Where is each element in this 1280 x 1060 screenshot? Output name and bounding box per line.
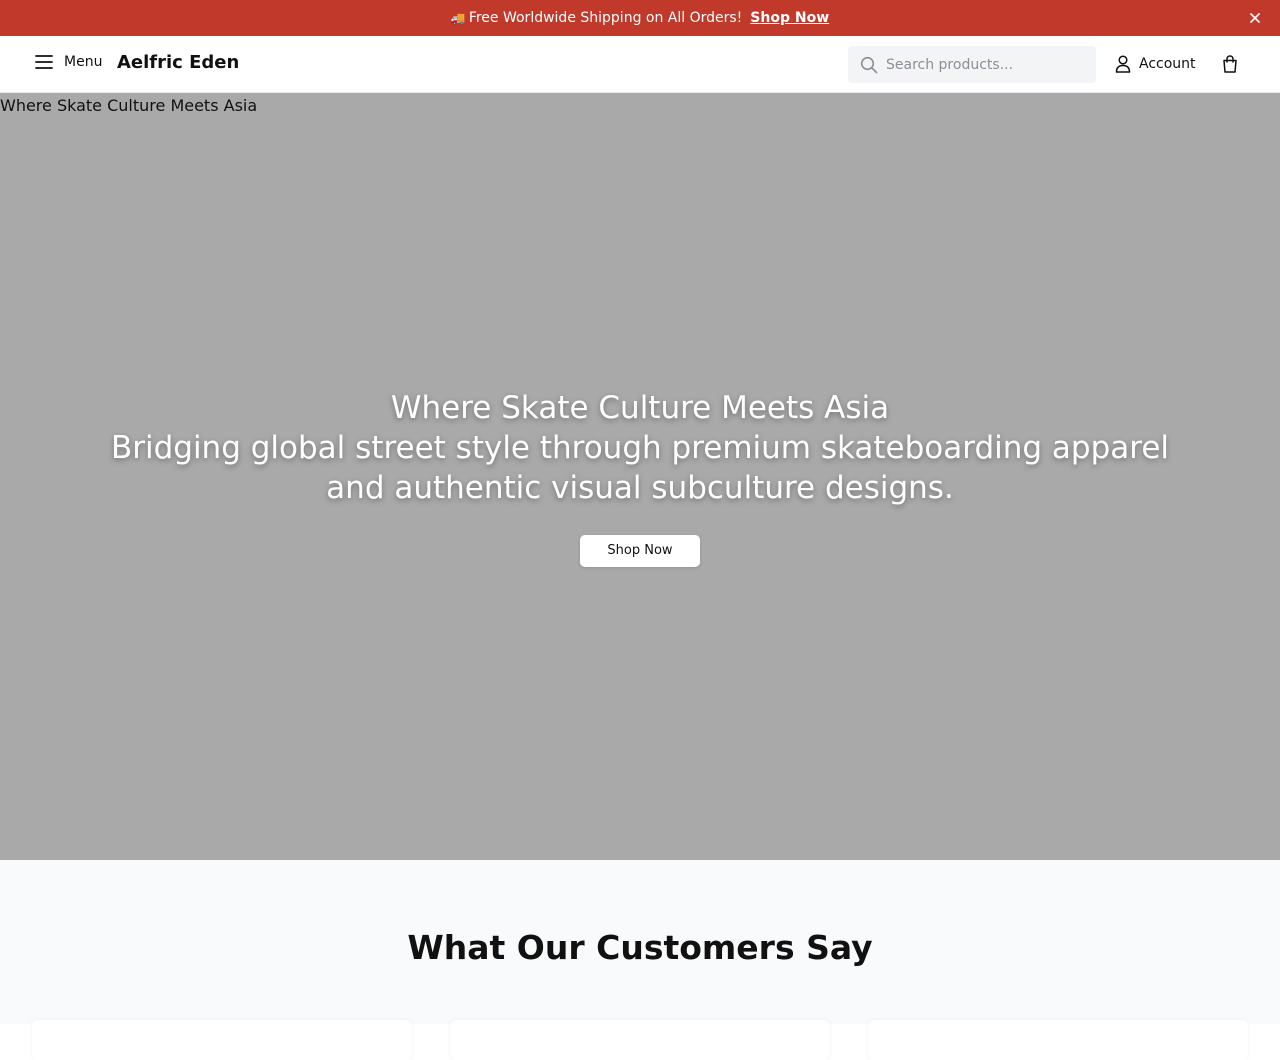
- brand-logo[interactable]: Aelfric Eden: [117, 52, 239, 73]
- hero-shop-now-button[interactable]: Shop Now: [580, 535, 700, 567]
- hero-banner: Where Skate Culture Meets Asia Where Ska…: [0, 93, 1280, 860]
- testimonials-heading: What Our Customers Say: [407, 928, 873, 967]
- site-header: Menu Aelfric Eden Account: [0, 36, 1280, 93]
- account-button[interactable]: Account: [1115, 55, 1196, 73]
- testimonial-card: [32, 1020, 412, 1060]
- hamburger-icon: [35, 55, 53, 69]
- search-input[interactable]: [886, 56, 1086, 73]
- menu-button[interactable]: Menu: [34, 54, 102, 70]
- announcement-bar: 🚚 Free Worldwide Shipping on All Orders!…: [0, 0, 1280, 36]
- hero-title: Where Skate Culture Meets Asia: [390, 390, 890, 426]
- truck-icon: 🚚: [450, 11, 466, 25]
- shopping-bag-icon[interactable]: [1220, 54, 1240, 74]
- hero-image-alt-text: Where Skate Culture Meets Asia: [0, 96, 258, 115]
- account-label: Account: [1139, 56, 1196, 72]
- announcement-text: Free Worldwide Shipping on All Orders!: [468, 10, 743, 26]
- testimonial-card: [868, 1020, 1248, 1060]
- announcement-shop-now-link[interactable]: Shop Now: [750, 10, 829, 26]
- user-icon: [1115, 55, 1131, 73]
- hero-subtitle: Bridging global street style through pre…: [110, 430, 1170, 506]
- hero-content: Where Skate Culture Meets Asia Bridging …: [0, 388, 1280, 567]
- testimonials-section: What Our Customers Say: [0, 860, 1280, 1060]
- search-box: [848, 46, 1096, 83]
- search-icon: [860, 56, 878, 74]
- close-icon[interactable]: [1246, 9, 1264, 27]
- menu-label: Menu: [64, 54, 103, 70]
- testimonial-card: [450, 1020, 830, 1060]
